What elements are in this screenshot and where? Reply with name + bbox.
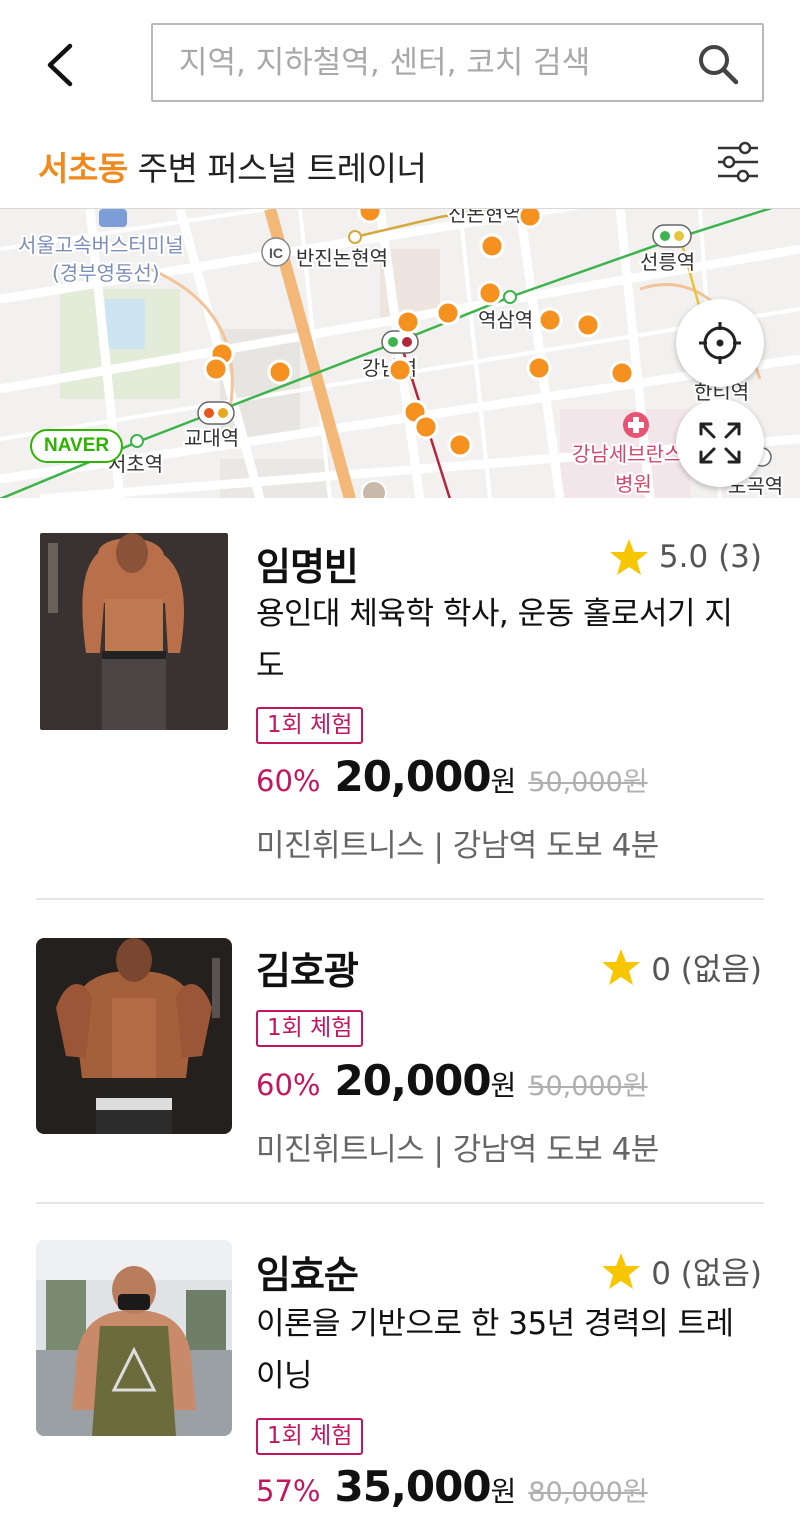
star-icon xyxy=(602,1252,641,1289)
trainer-photo xyxy=(40,533,228,730)
trainer-rating: 0 (없음) xyxy=(601,944,762,989)
price-row: 57% 35,000 원 80,000원 xyxy=(256,1462,648,1511)
crosshair-icon xyxy=(699,322,741,364)
star-icon xyxy=(609,539,648,575)
trainer-rating: 5.0 (3) xyxy=(609,538,762,576)
map-label: 선릉역 xyxy=(640,250,695,274)
trainer-map-marker xyxy=(267,359,293,385)
price-row: 60% 20,000 원 50,000원 xyxy=(256,752,648,801)
trainer-map-marker xyxy=(479,233,505,259)
trainer-map-marker xyxy=(435,300,461,326)
trainer-photo xyxy=(36,938,232,1134)
discount-rate: 57% xyxy=(256,1474,321,1508)
trainer-description: 이론을 기반으로 한 35년 경력의 트레이닝 xyxy=(256,1306,734,1394)
area-header: 서초동 주변 퍼스널 트레이너 xyxy=(0,130,800,208)
rating-value: 5.0 (3) xyxy=(658,539,762,575)
original-price: 50,000원 xyxy=(528,767,648,798)
trainer-rating: 0 (없음) xyxy=(601,1248,762,1293)
trainer-map-marker xyxy=(357,209,383,224)
map-label: 반진논현역 xyxy=(296,246,388,270)
trial-badge: 1회 체험 xyxy=(256,1010,364,1047)
trainer-location: 미진휘트니스 | 강남역 도보 4분 xyxy=(256,828,659,864)
trainer-location: 미진휘트니스 | 강남역 도보 4분 xyxy=(256,1132,659,1168)
sale-price: 35,000 xyxy=(334,1462,491,1511)
sale-price: 20,000 xyxy=(334,752,491,801)
trainer-description: 용인대 체육학 학사, 운동 홀로서기 지도 xyxy=(256,596,733,684)
trainer-card[interactable]: 김호광 0 (없음) 1회 체험 60% 20,000 원 50,000원 미진… xyxy=(0,900,800,1204)
trainer-map-marker xyxy=(517,209,543,229)
original-price: 80,000원 xyxy=(528,1477,648,1508)
map-label: 강남세브란스 xyxy=(572,442,682,466)
chevron-left-icon xyxy=(47,43,73,87)
area-suffix: 주변 퍼스널 트레이너 xyxy=(127,149,427,188)
currency-unit: 원 xyxy=(490,1475,517,1508)
trainer-map-marker xyxy=(609,360,635,386)
trainer-map-marker xyxy=(395,309,421,335)
trainer-name: 임명빈 xyxy=(256,545,359,589)
trainer-map-marker xyxy=(447,432,473,458)
trainer-map-marker xyxy=(387,357,413,383)
sliders-icon[interactable] xyxy=(716,140,760,184)
discount-rate: 60% xyxy=(256,1068,321,1102)
sale-price: 20,000 xyxy=(334,1056,491,1105)
search-icon[interactable] xyxy=(696,42,740,86)
svg-text:IC: IC xyxy=(269,245,283,261)
star-icon xyxy=(602,948,641,985)
map-label: 신논현역 xyxy=(448,209,522,226)
rating-value: 0 (없음) xyxy=(651,1256,762,1292)
original-price: 50,000원 xyxy=(528,1071,648,1102)
trainer-list: 임명빈 5.0 (3) 용인대 체육학 학사, 운동 홀로서기 지도 1회 체험… xyxy=(0,498,800,1516)
trainer-map-marker xyxy=(537,307,563,333)
map-label: (경부영동선) xyxy=(52,261,160,285)
back-button[interactable] xyxy=(40,40,84,90)
currency-unit: 원 xyxy=(490,765,517,798)
station-marker xyxy=(197,401,235,425)
trainer-card[interactable]: 임효순 0 (없음) 이론을 기반으로 한 35년 경력의 트레이닝 1회 체험… xyxy=(0,1204,800,1516)
top-bar xyxy=(0,0,800,130)
trainer-map-marker xyxy=(526,355,552,381)
price-row: 60% 20,000 원 50,000원 xyxy=(256,1056,648,1105)
locate-button[interactable] xyxy=(676,299,764,387)
map-label: 병원 xyxy=(615,472,652,496)
currency-unit: 원 xyxy=(490,1069,517,1102)
trainer-name: 김호광 xyxy=(256,949,359,993)
map-label: 서울고속버스터미널 xyxy=(18,233,184,257)
trainer-name: 임효순 xyxy=(256,1253,359,1297)
area-name[interactable]: 서초동 xyxy=(38,149,128,188)
expand-icon xyxy=(699,422,741,464)
naver-logo: NAVER xyxy=(30,429,124,463)
trainer-map-marker xyxy=(413,414,439,440)
map-label: 역삼역 xyxy=(478,308,533,332)
expand-map-button[interactable] xyxy=(676,399,764,487)
area-title: 서초동 주변 퍼스널 트레이너 xyxy=(38,142,427,190)
trial-badge: 1회 체험 xyxy=(256,707,364,744)
search-box[interactable] xyxy=(151,23,764,102)
discount-rate: 60% xyxy=(256,764,321,798)
trainer-card[interactable]: 임명빈 5.0 (3) 용인대 체육학 학사, 운동 홀로서기 지도 1회 체험… xyxy=(0,498,800,900)
trainer-map-marker xyxy=(477,280,503,306)
trainer-map-marker xyxy=(203,356,229,382)
map-view[interactable]: IC 서울고속버스터미널 (경부영동선) 반진논현역 신논현역 선릉역 역삼역 … xyxy=(0,208,800,498)
rating-value: 0 (없음) xyxy=(651,952,762,988)
trainer-photo xyxy=(36,1240,232,1436)
trainer-map-marker xyxy=(575,312,601,338)
trial-badge: 1회 체험 xyxy=(256,1418,364,1455)
search-input[interactable] xyxy=(179,25,679,100)
map-label: 교대역 xyxy=(184,426,239,450)
